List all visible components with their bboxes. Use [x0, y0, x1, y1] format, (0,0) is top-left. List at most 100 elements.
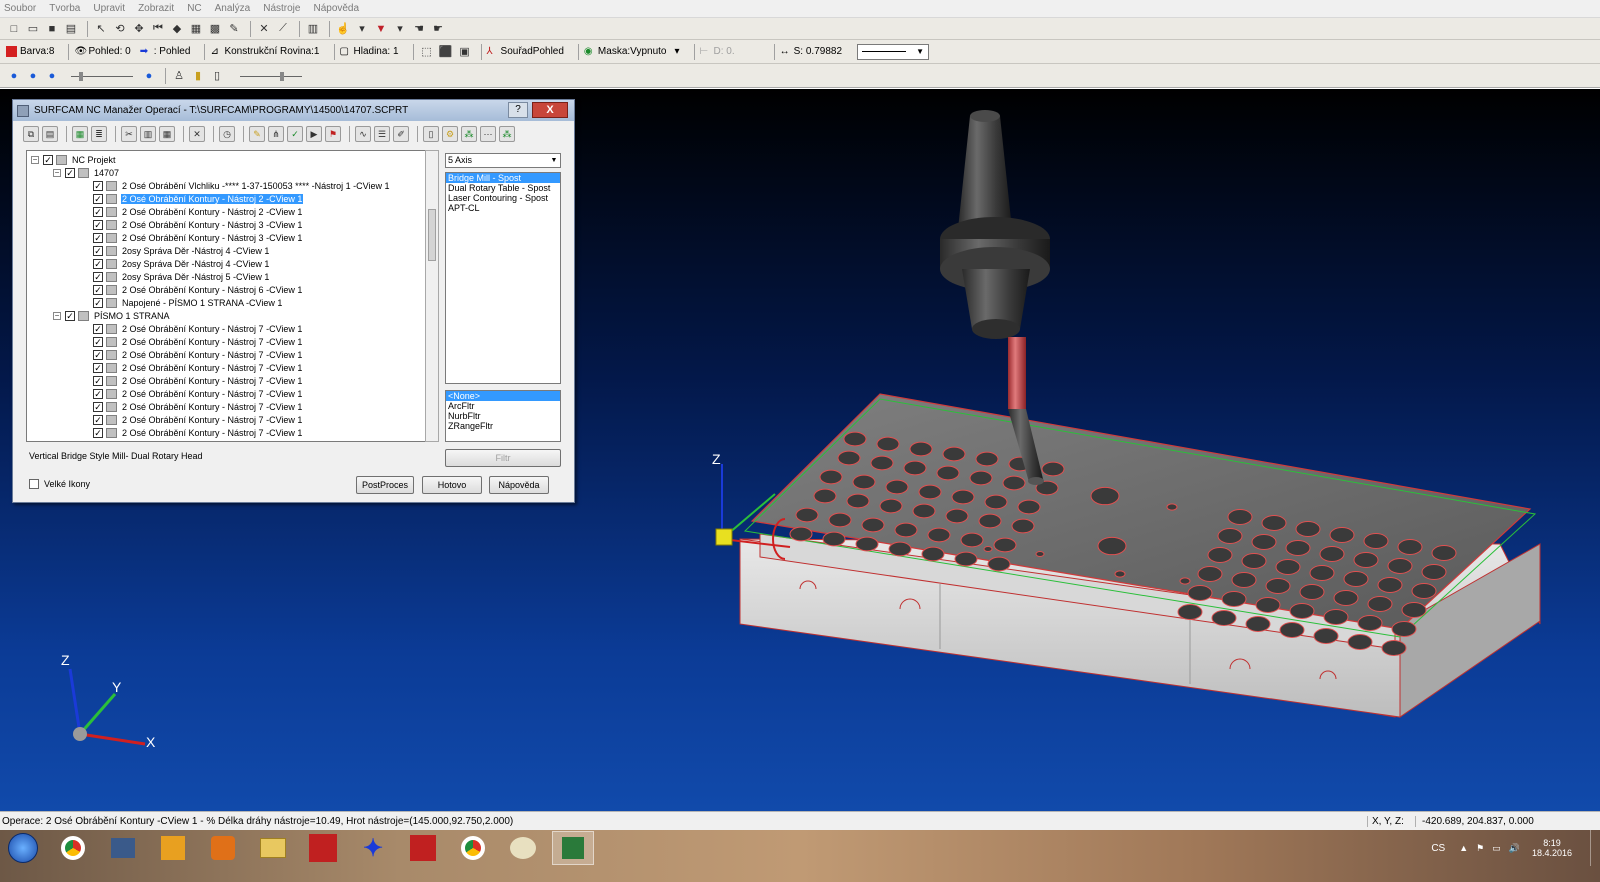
solidworks-icon[interactable] — [302, 831, 344, 865]
coord-view-selector[interactable]: ⅄ SouřadPohled — [487, 46, 564, 57]
menu-napoveda[interactable]: Nápověda — [313, 3, 359, 14]
document-icon[interactable]: ▯ — [423, 126, 439, 142]
line-style-select[interactable]: ▼ — [857, 43, 930, 60]
row-checkbox[interactable]: ✓ — [93, 401, 103, 412]
operation-row[interactable]: ✓ 2 Osé Obrábění Kontury - Nástroj 7 -CVi… — [93, 322, 303, 335]
copy-icon[interactable]: ⧉ — [23, 126, 39, 142]
dialog-titlebar[interactable]: SURFCAM NC Manažer Operací - T:\SURFCAM\… — [13, 100, 574, 121]
green-dots-icon[interactable]: ⁂ — [461, 126, 477, 142]
operation-row[interactable]: ✓ 2 Osé Obrábění Kontury - Nástroj 2 -CVi… — [93, 192, 304, 205]
operation-row[interactable]: ✓ Napojené - PÍSMO 1 STRANA -CView 1 — [93, 296, 283, 309]
table-icon[interactable]: ▥ — [305, 21, 321, 37]
save-icon[interactable]: ■ — [44, 21, 60, 37]
cube-wire-icon[interactable]: ⬚ — [419, 44, 435, 60]
cube-shade-icon[interactable]: ▣ — [457, 44, 473, 60]
path-icon[interactable]: ∿ — [355, 126, 371, 142]
operation-row[interactable]: ✓ 2 Osé Obrábění Kontury - Nástroj 7 -CVi… — [93, 361, 303, 374]
row-checkbox[interactable]: ✓ — [93, 323, 103, 334]
menu-nastroje[interactable]: Nástroje — [263, 3, 300, 14]
tree-icon[interactable]: ⋔ — [268, 126, 284, 142]
hand2-icon[interactable]: ☛ — [430, 21, 446, 37]
post-option[interactable]: Bridge Mill - Spost — [446, 173, 560, 183]
depth-field[interactable]: ⊢ D: 0. — [700, 46, 735, 57]
chrome2-icon[interactable] — [452, 831, 494, 865]
operation-row[interactable]: ✓ 2 Osé Obrábění Kontury - Nástroj 7 -CVi… — [93, 374, 303, 387]
pencil-icon[interactable]: ✐ — [393, 126, 409, 142]
paste-icon[interactable]: ▤ — [42, 126, 58, 142]
stop-icon[interactable]: ● — [141, 68, 157, 84]
transform-icon[interactable]: ⟲ — [112, 21, 128, 37]
operation-row[interactable]: ✓ 2 Osé Obrábění Kontury - Nástroj 7 -CVi… — [93, 426, 303, 439]
filter-option[interactable]: ArcFltr — [446, 401, 560, 411]
filter-option[interactable]: ZRangeFltr — [446, 421, 560, 431]
row-checkbox[interactable]: ✓ — [65, 167, 75, 178]
row-checkbox[interactable]: ✓ — [93, 375, 103, 386]
operation-row[interactable]: ✓ 2 Osé Obrábění Kontury - Nástroj 7 -CVi… — [93, 413, 303, 426]
tree-group[interactable]: − ✓ PÍSMO 1 STRANA — [53, 309, 171, 322]
list-icon[interactable]: ☰ — [374, 126, 390, 142]
view-selector[interactable]: 👁 Pohled: 0 — [74, 46, 130, 57]
step-icon[interactable]: ● — [44, 68, 60, 84]
mail-app-icon[interactable] — [402, 831, 444, 865]
row-checkbox[interactable]: ✓ — [93, 219, 103, 230]
row-checkbox[interactable]: ✓ — [65, 310, 75, 321]
menu-upravit[interactable]: Upravit — [93, 3, 125, 14]
layer-selector[interactable]: ▢ Hladina: 1 — [340, 46, 399, 57]
menu-analyza[interactable]: Analýza — [215, 3, 251, 14]
grid-icon[interactable]: ▦ — [188, 21, 204, 37]
operation-row[interactable]: ✓ 2 Osé Obrábění Kontury - Nástroj 6 -CVi… — [93, 283, 303, 296]
play-back-icon[interactable]: ● — [6, 68, 22, 84]
plane-selector[interactable]: ⊿ Konstrukční Rovina:1 — [210, 46, 319, 57]
filter-option[interactable]: <None> — [446, 391, 560, 401]
run-icon[interactable]: ⚙ — [442, 126, 458, 142]
operation-row[interactable]: ✓ 2 Osé Obrábění Kontury - Nástroj 7 -CVi… — [93, 400, 303, 413]
row-checkbox[interactable]: ✓ — [93, 193, 103, 204]
expand-toggle-icon[interactable]: − — [53, 168, 61, 177]
edit-op-icon[interactable]: ✎ — [249, 126, 265, 142]
row-checkbox[interactable]: ✓ — [93, 284, 103, 295]
filter-list[interactable]: <None> ArcFltr NurbFltr ZRangeFltr — [445, 390, 561, 442]
paste2-icon[interactable]: ▥ — [140, 126, 156, 142]
menu-nc[interactable]: NC — [187, 3, 201, 14]
big-icons-option[interactable]: Velké Ikony — [29, 479, 90, 489]
expand-toggle-icon[interactable]: − — [53, 311, 61, 320]
help-button[interactable]: ? — [508, 102, 528, 118]
cube-solid-icon[interactable]: ⬛ — [438, 44, 454, 60]
cutter-length-icon[interactable]: ▯ — [209, 68, 225, 84]
stock-icon[interactable]: ▦ — [72, 126, 88, 142]
row-checkbox[interactable]: ✓ — [93, 362, 103, 373]
play-icon[interactable]: ● — [25, 68, 41, 84]
clock-icon[interactable]: ◷ — [219, 126, 235, 142]
postproces-button[interactable]: PostProces — [356, 476, 414, 494]
post-processor-list[interactable]: Bridge Mill - Spost Dual Rotary Table - S… — [445, 172, 561, 384]
outlook-icon[interactable] — [152, 831, 194, 865]
flag-tray-icon[interactable]: ⚑ — [1476, 843, 1484, 854]
row-checkbox[interactable]: ✓ — [93, 180, 103, 191]
napoveda-button[interactable]: Nápověda — [489, 476, 549, 494]
big-icons-checkbox[interactable] — [29, 479, 39, 489]
start-button[interactable] — [2, 831, 44, 865]
tool-icon[interactable]: ✎ — [226, 21, 242, 37]
language-indicator[interactable]: CS — [1431, 843, 1445, 854]
tool-holder-icon[interactable]: ♙ — [171, 68, 187, 84]
operation-row[interactable]: ✓ 2 Osé Obrábění Kontury - Nástroj 7 -CVi… — [93, 348, 303, 361]
clock[interactable]: 8:19 18.4.2016 — [1532, 838, 1572, 858]
row-checkbox[interactable]: ✓ — [93, 258, 103, 269]
operation-row[interactable]: ✓ 2 Osé Obrábění Kontury - Nástroj 3 -CVi… — [93, 218, 303, 231]
operation-row[interactable]: ✓ 2 Osé Obrábění Vlchliku -**** 1-37-1500… — [93, 179, 390, 192]
menu-soubor[interactable]: Soubor — [4, 3, 36, 14]
grid2-icon[interactable]: ▩ — [207, 21, 223, 37]
row-checkbox[interactable]: ✓ — [93, 427, 103, 438]
tray-up-icon[interactable]: ▲ — [1459, 843, 1468, 853]
operation-row[interactable]: ✓ 2 Osé Obrábění Kontury - Nástroj 2 -CVi… — [93, 205, 303, 218]
zoom-slider[interactable] — [240, 71, 302, 81]
row-checkbox[interactable]: ✓ — [93, 232, 103, 243]
mask-selector[interactable]: ◉ Maska:Vypnuto ▾ — [584, 46, 680, 57]
row-checkbox[interactable]: ✓ — [93, 297, 103, 308]
operation-row[interactable]: ✓ 2osy Správa Děr -Nástroj 4 -CView 1 — [93, 244, 270, 257]
operation-row[interactable]: ✓ 2 Osé Obrábění Kontury - Nástroj 7 -CVi… — [93, 387, 303, 400]
row-checkbox[interactable]: ✓ — [93, 206, 103, 217]
dropdown-arrow-icon[interactable]: ▾ — [392, 21, 408, 37]
select-icon[interactable]: ↖ — [93, 21, 109, 37]
hotovo-button[interactable]: Hotovo — [422, 476, 482, 494]
